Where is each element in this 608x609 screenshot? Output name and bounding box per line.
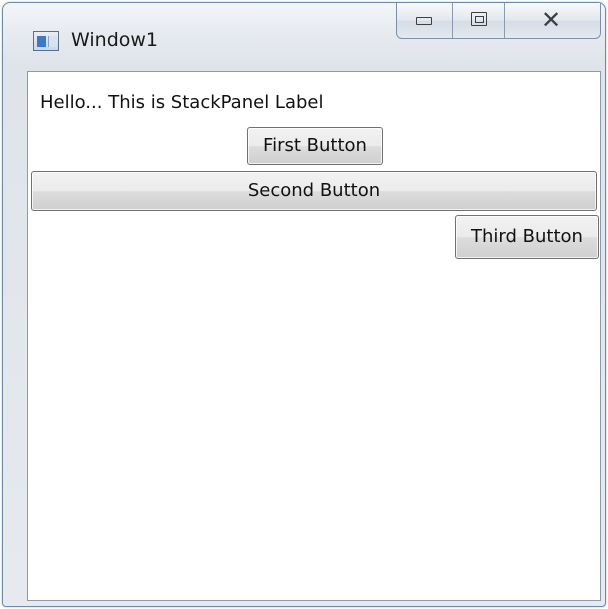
maximize-icon [471, 12, 487, 26]
maximize-button[interactable] [453, 3, 505, 38]
window-icon[interactable] [33, 31, 59, 51]
caption-buttons: ✕ [396, 3, 601, 39]
title-bar[interactable]: Window1 ✕ [3, 3, 605, 67]
stack-panel: Hello... This is StackPanel Label First … [27, 71, 601, 601]
first-button[interactable]: First Button [247, 127, 383, 165]
third-button[interactable]: Third Button [455, 215, 599, 259]
second-button[interactable]: Second Button [31, 171, 597, 211]
stack-panel-label: Hello... This is StackPanel Label [40, 92, 324, 113]
app-window: Window1 ✕ Hello... This is StackPanel La… [2, 2, 606, 607]
close-button[interactable]: ✕ [505, 3, 600, 38]
minimize-icon [416, 17, 432, 25]
minimize-button[interactable] [397, 3, 453, 38]
window-title: Window1 [71, 29, 159, 51]
close-icon: ✕ [541, 6, 562, 34]
